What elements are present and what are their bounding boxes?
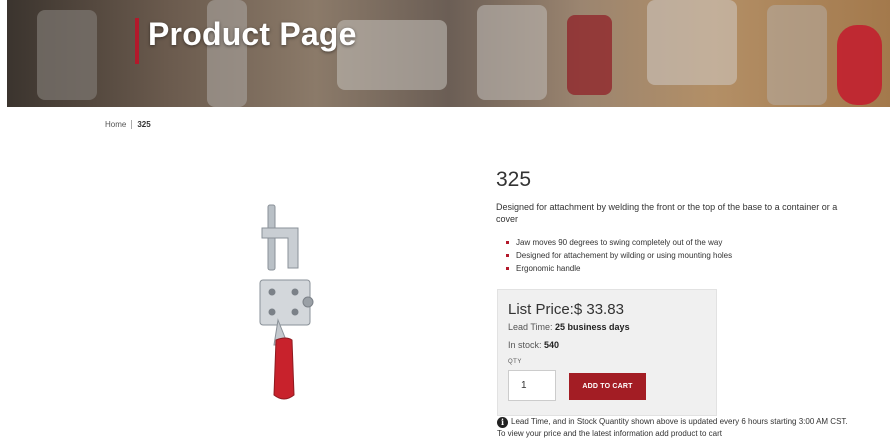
qty-label: QTY xyxy=(508,359,522,365)
stock-quantity: In stock: 540 xyxy=(508,340,559,350)
clamp-illustration xyxy=(259,204,314,400)
breadcrumb-separator xyxy=(131,120,133,129)
hero-decoration xyxy=(477,5,547,100)
hero-decoration xyxy=(767,5,827,105)
hero-accent-bar xyxy=(135,18,139,64)
lead-time-value: 25 business days xyxy=(555,322,630,332)
page-title: Product Page xyxy=(148,16,357,52)
lead-time-label: Lead Time: xyxy=(508,322,556,332)
feature-item: Ergonomic handle xyxy=(506,262,732,275)
hero-decoration xyxy=(647,0,737,85)
stock-label: In stock: xyxy=(508,340,545,350)
hero-decoration xyxy=(37,10,97,100)
list-price-value: $ 33.83 xyxy=(573,301,624,318)
feature-item: Designed for attachement by wilding or u… xyxy=(506,249,732,262)
feature-list: Jaw moves 90 degrees to swing completely… xyxy=(506,236,732,275)
breadcrumb: Home 325 xyxy=(105,120,151,129)
info-icon: i xyxy=(497,417,508,428)
notice-text: Lead Time, and in Stock Quantity shown a… xyxy=(497,417,848,438)
list-price: List Price:$ 33.83 xyxy=(508,301,624,318)
hero-decoration xyxy=(837,25,882,105)
list-price-label: List Price: xyxy=(508,301,574,318)
product-image xyxy=(250,200,330,405)
add-to-cart-button[interactable]: ADD TO CART xyxy=(569,373,646,400)
lead-time: Lead Time: 25 business days xyxy=(508,322,630,332)
hero-banner: Product Page xyxy=(7,0,890,107)
feature-item: Jaw moves 90 degrees to swing completely… xyxy=(506,236,732,249)
price-box: List Price:$ 33.83 Lead Time: 25 busines… xyxy=(497,289,717,416)
product-description: Designed for attachment by welding the f… xyxy=(496,202,838,224)
breadcrumb-home-link[interactable]: Home xyxy=(105,120,126,129)
breadcrumb-current: 325 xyxy=(137,120,151,129)
product-title: 325 xyxy=(496,168,532,191)
stock-update-notice: i Lead Time, and in Stock Quantity shown … xyxy=(497,416,857,440)
stock-value: 540 xyxy=(544,340,560,350)
hero-decoration xyxy=(567,15,612,95)
quantity-input[interactable] xyxy=(508,370,556,401)
